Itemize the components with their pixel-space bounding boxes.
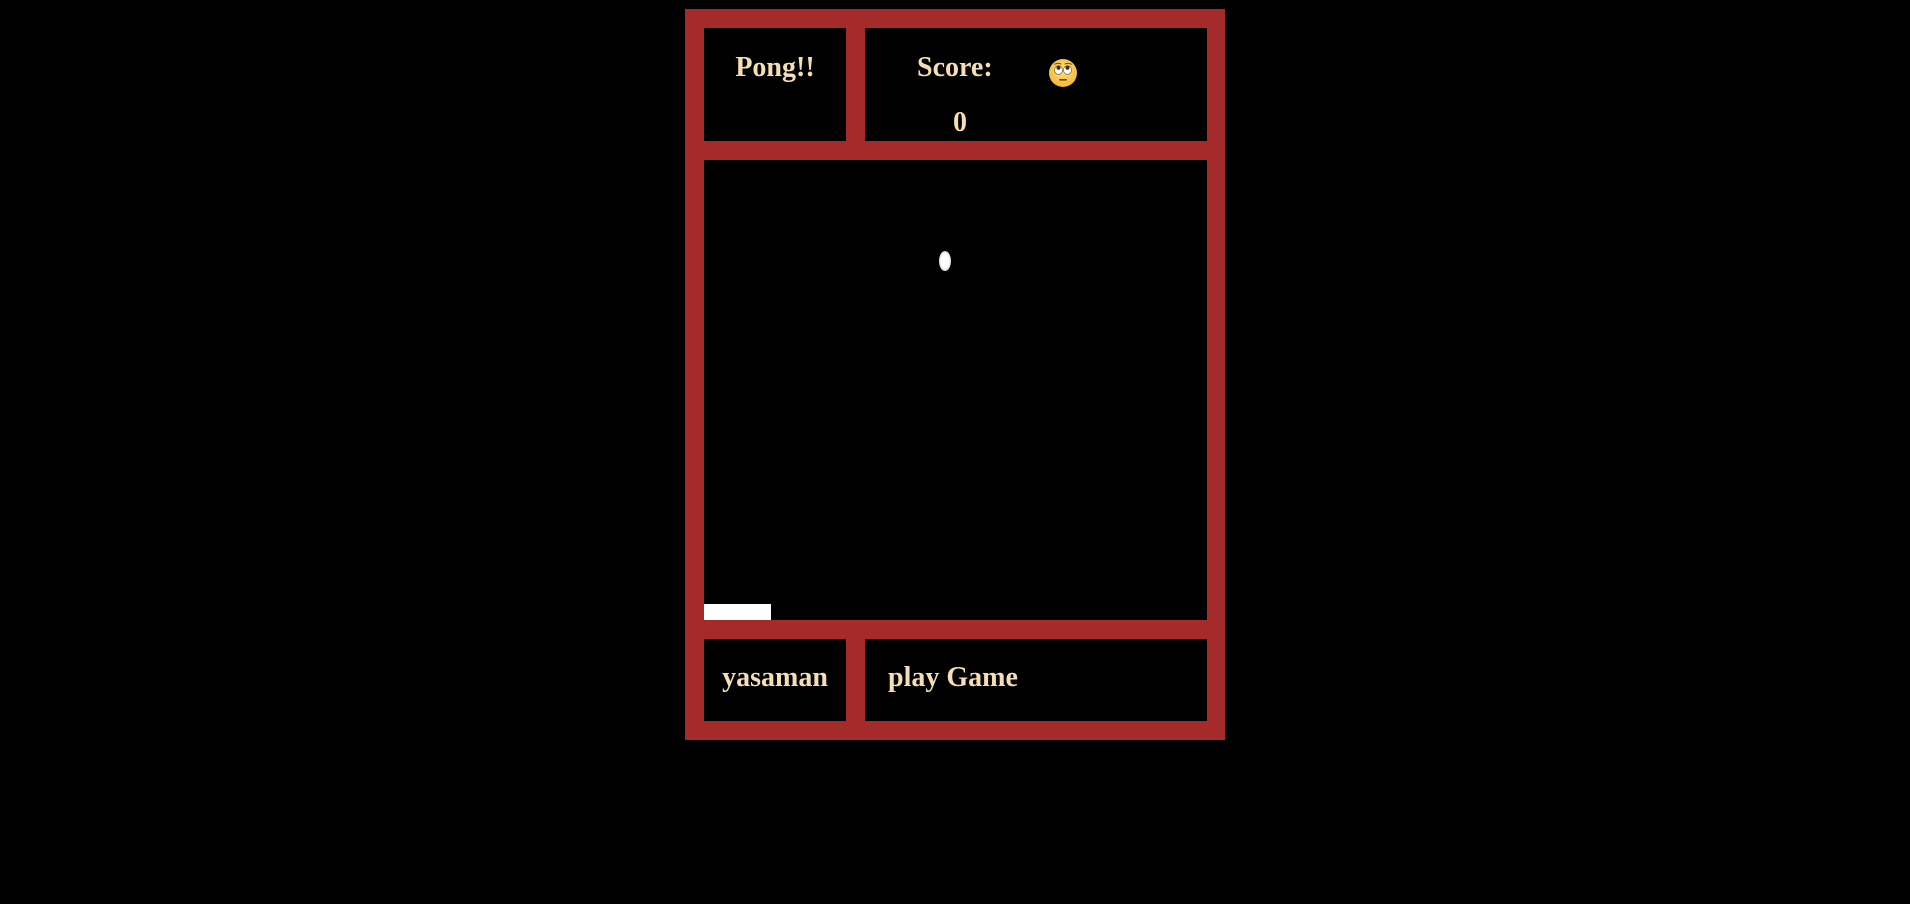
game-title: Pong!!	[735, 52, 815, 83]
player-panel: yasaman	[704, 639, 846, 721]
play-game-label: play Game	[888, 662, 1018, 693]
game-frame: Pong!! Score: 0 yasaman play Game	[685, 9, 1225, 740]
game-board[interactable]	[704, 160, 1207, 620]
player-name: yasaman	[722, 662, 828, 693]
score-panel: Score: 0	[865, 28, 1207, 141]
face-with-rolling-eyes-icon	[1049, 59, 1077, 87]
title-panel: Pong!!	[704, 28, 846, 141]
ball	[939, 251, 951, 271]
paddle[interactable]	[704, 604, 771, 620]
play-game-button[interactable]: play Game	[865, 639, 1207, 721]
score-label: Score:	[917, 52, 993, 83]
score-value: 0	[953, 107, 967, 138]
